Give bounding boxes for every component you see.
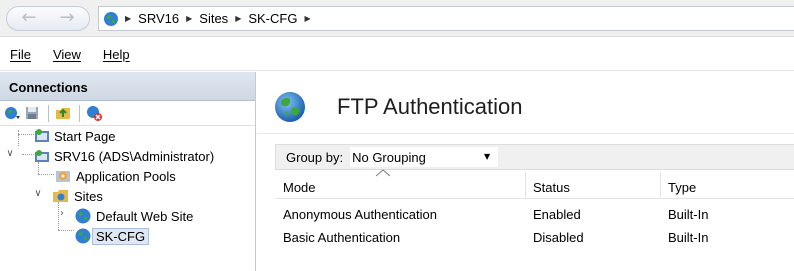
server-icon [35, 150, 49, 162]
chevron-down-icon: ▼ [483, 152, 491, 161]
menu-help[interactable]: Help [103, 47, 130, 62]
menu-view[interactable]: View [53, 47, 81, 62]
forward-arrow-icon[interactable]: → [49, 9, 85, 29]
table-row[interactable]: Basic Authentication Disabled Built-In [275, 226, 794, 249]
connections-pane: Connections Start Page ∨ SRV16 (ADS\Admi… [0, 72, 256, 271]
tree-connector [18, 134, 34, 135]
group-by-bar: Group by: No Grouping ▼ [275, 144, 794, 170]
expand-chevron-icon[interactable]: › [56, 208, 68, 219]
tree-item-app-pools[interactable]: Application Pools [54, 166, 180, 186]
chevron-right-icon[interactable]: ▶ [304, 14, 310, 23]
group-by-select[interactable]: No Grouping ▼ [349, 146, 500, 168]
tree-connector [18, 130, 19, 146]
chevron-right-icon[interactable]: ▶ [186, 14, 192, 23]
menu-bar: File View Help [0, 38, 794, 71]
tree-item-sk-cfg[interactable]: SK-CFG [74, 226, 150, 246]
sort-ascending-icon [375, 169, 391, 177]
toolbar-divider [79, 104, 80, 122]
column-header-status[interactable]: Status [533, 180, 570, 195]
breadcrumb-sites[interactable]: Sites [199, 11, 228, 26]
tree-label-sites: Sites [74, 188, 103, 204]
ftp-authentication-icon [275, 92, 305, 122]
tree-item-sites[interactable]: Sites [52, 186, 107, 206]
menu-file[interactable]: File [10, 47, 31, 62]
address-bar-row: ← → ▶ SRV16 ▶ Sites ▶ SK-CFG ▶ [0, 0, 794, 37]
cell-status: Enabled [533, 207, 581, 222]
globe-icon [75, 228, 91, 244]
table-header: Mode Status Type [275, 169, 794, 199]
toolbar-divider [48, 104, 49, 122]
tree-connector [22, 154, 34, 155]
column-divider[interactable] [660, 172, 661, 198]
sites-folder-icon [53, 190, 68, 202]
cell-status: Disabled [533, 230, 584, 245]
tree-label-start-page: Start Page [54, 128, 116, 144]
start-page-icon [35, 129, 49, 142]
tree-connector [58, 230, 74, 231]
nav-buttons: ← → [6, 6, 90, 31]
column-divider[interactable] [525, 172, 526, 198]
column-header-type[interactable]: Type [668, 180, 696, 195]
address-breadcrumb[interactable]: ▶ SRV16 ▶ Sites ▶ SK-CFG ▶ [98, 6, 794, 31]
group-by-label: Group by: [286, 149, 344, 165]
globe-icon [75, 208, 91, 224]
connections-toolbar [0, 101, 255, 126]
collapse-chevron-icon[interactable]: ∨ [4, 148, 16, 159]
up-folder-icon[interactable] [54, 104, 72, 122]
page-title: FTP Authentication [337, 94, 523, 119]
connections-header: Connections [0, 72, 255, 101]
breadcrumb-site[interactable]: SK-CFG [248, 11, 297, 26]
application-pools-icon [56, 171, 70, 182]
cell-type: Built-In [668, 207, 709, 222]
back-arrow-icon[interactable]: ← [11, 9, 47, 29]
cell-mode: Basic Authentication [283, 230, 401, 245]
tree-connector [38, 174, 54, 175]
collapse-chevron-icon[interactable]: ∨ [32, 188, 44, 199]
disconnect-icon[interactable] [85, 104, 103, 122]
cell-mode: Anonymous Authentication [283, 207, 437, 222]
table-row[interactable]: Anonymous Authentication Enabled Built-I… [275, 203, 794, 226]
tree-item-server[interactable]: SRV16 (ADS\Administrator) [34, 146, 218, 166]
column-header-mode[interactable]: Mode [283, 180, 316, 195]
tree-label-default-site: Default Web Site [96, 208, 194, 224]
save-icon[interactable] [23, 104, 41, 122]
tree-item-start-page[interactable]: Start Page [34, 126, 119, 146]
chevron-right-icon[interactable]: ▶ [235, 14, 241, 23]
tree-label-app-pools: Application Pools [76, 168, 176, 184]
tree-label-sk-cfg: SK-CFG [92, 227, 150, 245]
cell-type: Built-In [668, 230, 709, 245]
group-by-value: No Grouping [352, 149, 426, 165]
tree-item-default-site[interactable]: Default Web Site [74, 206, 197, 226]
breadcrumb-server[interactable]: SRV16 [138, 11, 179, 26]
tree-label-server: SRV16 (ADS\Administrator) [54, 148, 215, 164]
connect-icon[interactable] [3, 104, 21, 122]
feature-pane: FTP Authentication Group by: No Grouping… [257, 72, 794, 271]
chevron-right-icon[interactable]: ▶ [125, 14, 131, 23]
feature-title-row: FTP Authentication [257, 72, 794, 134]
globe-icon [104, 11, 118, 26]
